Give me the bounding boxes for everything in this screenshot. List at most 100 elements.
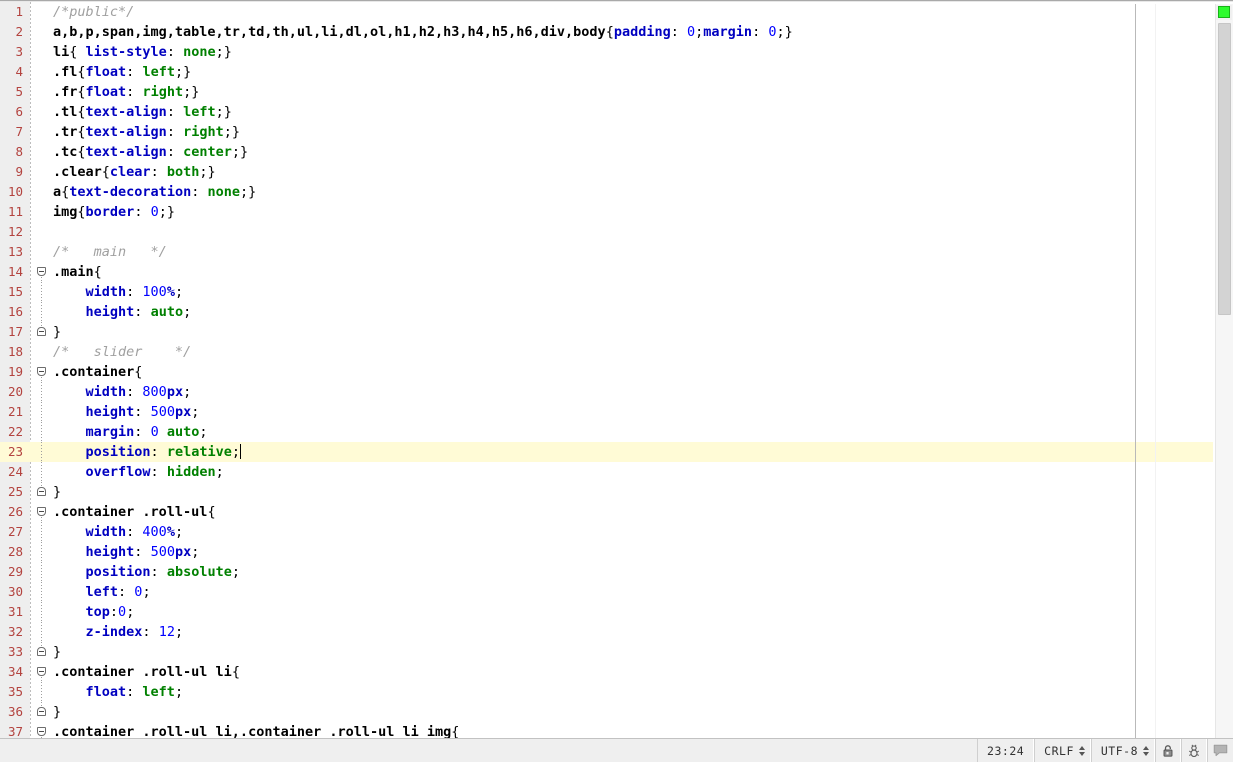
code-line[interactable]: 11 img{border: 0;} (0, 202, 1213, 222)
code-text: a{text-decoration: none;} (53, 184, 257, 200)
code-text: height: 500px; (85, 404, 200, 420)
code-line[interactable]: 30 left: 0; (0, 582, 1213, 602)
line-number: 32 (0, 622, 26, 642)
fold-collapse-icon[interactable] (34, 262, 52, 282)
line-number: 14 (0, 262, 26, 282)
chevron-updown-icon (1143, 745, 1149, 756)
code-line[interactable]: 15 width: 100%; (0, 282, 1213, 302)
code-line[interactable]: 9 .clear{clear: both;} (0, 162, 1213, 182)
code-line[interactable]: 20 width: 800px; (0, 382, 1213, 402)
fold-guide-line (34, 382, 52, 402)
code-line[interactable]: 6 .tl{text-align: left;} (0, 102, 1213, 122)
code-line[interactable]: 12 (0, 222, 1213, 242)
code-line[interactable]: 8 .tc{text-align: center;} (0, 142, 1213, 162)
fold-collapse-icon[interactable] (34, 362, 52, 382)
code-text: /* slider */ (53, 344, 192, 360)
code-line[interactable]: 5 .fr{float: right;} (0, 82, 1213, 102)
code-line[interactable]: 16 height: auto; (0, 302, 1213, 322)
code-line[interactable]: 35 float: left; (0, 682, 1213, 702)
code-line[interactable]: 27 width: 400%; (0, 522, 1213, 542)
code-line[interactable]: 23 position: relative; (0, 442, 1213, 462)
code-line[interactable]: 1 /*public*/ (0, 2, 1213, 22)
fold-end-icon[interactable] (34, 482, 52, 502)
code-lines-container: 1 /*public*/ 2 a,b,p,span,img,table,tr,td,t… (0, 2, 1213, 738)
event-log-icon[interactable] (1207, 739, 1233, 762)
code-text: z-index: 12; (85, 624, 184, 640)
fold-collapse-icon[interactable] (34, 502, 52, 522)
fold-end-icon[interactable] (34, 702, 52, 722)
ide-window: 1 /*public*/ 2 a,b,p,span,img,table,tr,td,t… (0, 0, 1233, 762)
code-text: } (53, 324, 62, 340)
code-line[interactable]: 26 .container .roll-ul{ (0, 502, 1213, 522)
code-line[interactable]: 14 .main{ (0, 262, 1213, 282)
fold-collapse-icon[interactable] (34, 662, 52, 682)
code-text: } (53, 704, 62, 720)
scrollbar-thumb[interactable] (1218, 23, 1231, 315)
code-text: .clear{clear: both;} (53, 164, 216, 180)
status-bar: 23:24 CRLF UTF-8 (0, 738, 1233, 762)
code-text: left: 0; (85, 584, 151, 600)
code-line[interactable]: 34 .container .roll-ul li{ (0, 662, 1213, 682)
text-caret (239, 444, 241, 459)
fold-guide-line (34, 302, 52, 322)
line-number: 1 (0, 2, 26, 22)
encoding-selector[interactable]: UTF-8 (1090, 739, 1155, 762)
line-number: 13 (0, 242, 26, 262)
code-line[interactable]: 10 a{text-decoration: none;} (0, 182, 1213, 202)
code-line[interactable]: 7 .tr{text-align: right;} (0, 122, 1213, 142)
code-line[interactable]: 19 .container{ (0, 362, 1213, 382)
code-line[interactable]: 29 position: absolute; (0, 562, 1213, 582)
code-line[interactable]: 36} (0, 702, 1213, 722)
line-number: 24 (0, 462, 26, 482)
fold-end-icon[interactable] (34, 322, 52, 342)
line-number: 23 (0, 442, 26, 462)
code-line[interactable]: 2 a,b,p,span,img,table,tr,td,th,ul,li,dl,… (0, 22, 1213, 42)
caret-position-indicator[interactable]: 23:24 (977, 739, 1035, 762)
status-bar-spacer (0, 739, 977, 762)
code-line[interactable]: 28 height: 500px; (0, 542, 1213, 562)
inspection-status-indicator[interactable] (1216, 5, 1232, 20)
code-text: a,b,p,span,img,table,tr,td,th,ul,li,dl,o… (53, 24, 793, 40)
line-number: 2 (0, 22, 26, 42)
fold-collapse-icon[interactable] (34, 722, 52, 738)
fold-guide-line (34, 542, 52, 562)
code-line[interactable]: 4 .fl{float: left;} (0, 62, 1213, 82)
code-text: .tr{text-align: right;} (53, 124, 240, 140)
code-line[interactable]: 3 li{ list-style: none;} (0, 42, 1213, 62)
code-line[interactable]: 21 height: 500px; (0, 402, 1213, 422)
code-text: .container{ (53, 364, 143, 380)
code-line[interactable]: 13 /* main */ (0, 242, 1213, 262)
code-line[interactable]: 32 z-index: 12; (0, 622, 1213, 642)
fold-guide-line (34, 682, 52, 702)
code-text: /* main */ (53, 244, 167, 260)
code-line[interactable]: 33} (0, 642, 1213, 662)
line-number: 9 (0, 162, 26, 182)
fold-end-icon[interactable] (34, 642, 52, 662)
line-separator-label: CRLF (1044, 743, 1074, 758)
code-text: } (53, 644, 62, 660)
code-text: li{ list-style: none;} (53, 44, 232, 60)
code-text: height: auto; (85, 304, 192, 320)
fold-guide-line (34, 282, 52, 302)
code-line[interactable]: 25} (0, 482, 1213, 502)
line-separator-selector[interactable]: CRLF (1034, 739, 1091, 762)
fold-guide-line (34, 602, 52, 622)
ant-icon[interactable] (1181, 739, 1207, 762)
code-line[interactable]: 18 /* slider */ (0, 342, 1213, 362)
line-number: 28 (0, 542, 26, 562)
code-editor[interactable]: 1 /*public*/ 2 a,b,p,span,img,table,tr,td,t… (0, 2, 1233, 738)
code-text: top:0; (85, 604, 135, 620)
line-number: 20 (0, 382, 26, 402)
code-line[interactable]: 22 margin: 0 auto; (0, 422, 1213, 442)
right-margin-guide (1135, 4, 1136, 738)
code-line[interactable]: 37 .container .roll-ul li,.container .rol… (0, 722, 1213, 738)
code-line[interactable]: 31 top:0; (0, 602, 1213, 622)
line-number: 7 (0, 122, 26, 142)
code-text: .fr{float: right;} (53, 84, 200, 100)
line-number: 27 (0, 522, 26, 542)
lock-icon[interactable] (1155, 739, 1181, 762)
editor-scrollbar[interactable] (1215, 4, 1233, 738)
code-text: } (53, 484, 62, 500)
code-line[interactable]: 17} (0, 322, 1213, 342)
code-line[interactable]: 24 overflow: hidden; (0, 462, 1213, 482)
